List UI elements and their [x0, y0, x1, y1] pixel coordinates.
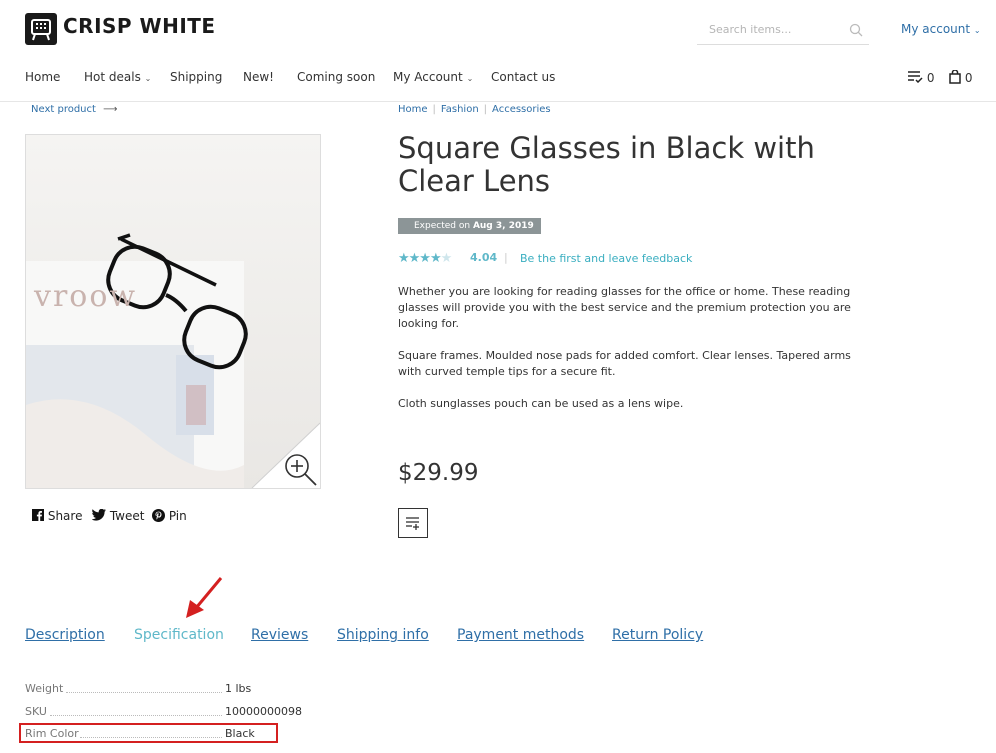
share-pinterest-label: Pin [168, 509, 187, 523]
magazine-cover-text: vroow [34, 279, 138, 314]
share-twitter-label: Tweet [109, 509, 145, 523]
spec-value-weight: 1 lbs [225, 682, 252, 695]
product-title: Square Glasses in Black with Clear Lens [398, 131, 815, 198]
tab-shipping-info[interactable]: Shipping info [337, 627, 429, 643]
search-bar [697, 16, 869, 45]
breadcrumb-fashion[interactable]: Fashion [441, 104, 479, 115]
breadcrumb-accessories[interactable]: Accessories [492, 104, 551, 115]
nav-item-shipping[interactable]: Shipping [170, 70, 222, 84]
product-price: $29.99 [398, 460, 479, 486]
nav-label: Hot deals [84, 70, 141, 84]
search-icon[interactable] [849, 22, 863, 41]
breadcrumb-separator: | [432, 104, 436, 115]
arrow-right-icon: ⟶ [103, 104, 118, 115]
nav-item-coming-soon[interactable]: Coming soon [297, 70, 375, 84]
nav-item-my-account[interactable]: My Account ⌄ [393, 70, 473, 84]
tab-description[interactable]: Description [25, 627, 105, 643]
share-facebook-label: Share [47, 509, 83, 523]
facebook-icon [32, 509, 44, 521]
rim-color-highlight-box [19, 723, 278, 743]
nav-item-hot-deals[interactable]: Hot deals ⌄ [84, 70, 151, 84]
brand-name[interactable]: CRISP WHITE [63, 14, 216, 38]
chevron-down-icon: ⌄ [973, 26, 981, 35]
spec-value-sku: 10000000098 [225, 705, 302, 718]
spec-leader-dots [50, 714, 222, 716]
spec-label-sku: SKU [25, 705, 47, 718]
star-rating[interactable]: ★★★★★ [398, 251, 452, 266]
chevron-down-icon: ⌄ [466, 74, 474, 83]
tab-reviews[interactable]: Reviews [251, 627, 308, 643]
my-account-link[interactable]: My account ⌄ [901, 22, 981, 36]
nav-item-contact-us[interactable]: Contact us [491, 70, 555, 84]
tab-specification[interactable]: Specification [134, 627, 224, 643]
pinterest-icon [152, 509, 165, 522]
next-product-label: Next product [31, 104, 96, 115]
expected-prefix: Expected on [414, 221, 471, 231]
add-to-wishlist-button[interactable] [398, 508, 428, 538]
header-divider [0, 101, 996, 102]
spec-leader-dots [66, 691, 222, 693]
share-twitter-button[interactable]: Tweet [91, 508, 145, 523]
wishlist-counter[interactable]: 0 [907, 70, 934, 85]
tab-return-policy[interactable]: Return Policy [612, 627, 703, 643]
leave-feedback-link[interactable]: Be the first and leave feedback [520, 252, 692, 265]
annotation-arrow-icon [184, 576, 224, 624]
nav-item-new[interactable]: New! [243, 70, 274, 84]
share-pinterest-button[interactable]: Pin [152, 509, 187, 523]
description-paragraph: Whether you are looking for reading glas… [398, 285, 851, 330]
description-paragraph: Square frames. Moulded nose pads for add… [398, 349, 851, 378]
cart-count: 0 [964, 71, 973, 85]
chevron-down-icon: ⌄ [144, 74, 152, 83]
nav-item-home[interactable]: Home [25, 70, 60, 84]
breadcrumb: Home | Fashion | Accessories [398, 104, 551, 115]
description-paragraph: Cloth sunglasses pouch can be used as a … [398, 397, 684, 410]
rating-row: ★★★★★ 4.04 | Be the first and leave feed… [398, 251, 698, 267]
breadcrumb-separator: | [483, 104, 488, 115]
wishlist-icon [908, 71, 923, 84]
next-product-link[interactable]: Next product ⟶ [31, 104, 117, 115]
cart-counter[interactable]: 0 [949, 69, 973, 85]
product-description: Whether you are looking for reading glas… [398, 284, 873, 428]
breadcrumb-home[interactable]: Home [398, 104, 428, 115]
add-to-list-icon [406, 517, 419, 530]
shopping-bag-icon [949, 69, 961, 84]
nav-label: Coming soon [297, 70, 376, 84]
expected-date-badge: Expected on Aug 3, 2019 [398, 218, 541, 234]
nav-label: Home [25, 70, 61, 84]
rating-divider: | [504, 251, 508, 264]
nav-label: Shipping [170, 70, 223, 84]
my-account-label: My account [901, 22, 971, 36]
rating-value: 4.04 [470, 251, 498, 264]
product-image[interactable]: vroow [25, 134, 321, 489]
nav-label: Contact us [491, 70, 556, 84]
nav-label: New! [243, 70, 274, 84]
zoom-icon[interactable] [282, 451, 318, 488]
spec-label-weight: Weight [25, 682, 64, 695]
expected-date: Aug 3, 2019 [472, 221, 534, 231]
logo-icon[interactable] [25, 13, 57, 45]
nav-label: My Account [393, 70, 463, 84]
share-facebook-button[interactable]: Share [32, 509, 82, 523]
tab-payment-methods[interactable]: Payment methods [457, 627, 584, 643]
wishlist-count: 0 [926, 71, 935, 85]
search-input[interactable] [697, 16, 849, 42]
twitter-icon [91, 508, 106, 521]
